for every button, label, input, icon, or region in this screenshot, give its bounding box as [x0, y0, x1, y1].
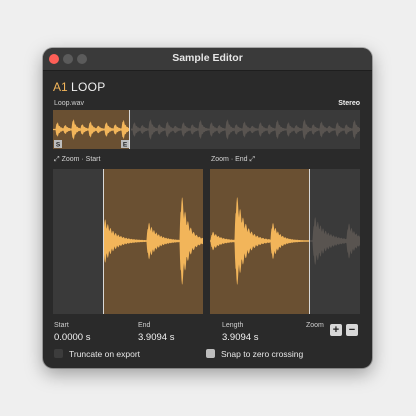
zoom-end-waveform-dim [310, 217, 360, 265]
zoom-end-waveform [210, 169, 360, 314]
end-value[interactable]: 3.9094 s [138, 332, 174, 343]
overview-waveform-dim [131, 119, 360, 140]
channel-mode: Stereo [338, 100, 360, 107]
length-value[interactable]: 3.9094 s [222, 332, 258, 343]
expand-icon: ⤢ [54, 156, 60, 163]
sample-filename: Loop.wav [54, 100, 84, 107]
zoom-in-button[interactable]: + [330, 324, 342, 336]
zoom-end-label: Zoom · End ⤢ [211, 156, 256, 163]
start-marker-label: S [56, 142, 61, 149]
expand-icon: ⤢ [249, 156, 256, 163]
end-label: End [138, 322, 151, 329]
end-marker-label: E [123, 142, 128, 149]
waveform-overview[interactable]: S E [53, 110, 360, 149]
snap-checkbox[interactable] [206, 349, 215, 358]
title-bar: Sample Editor [43, 48, 372, 71]
overview-waveform: S E [53, 110, 360, 149]
truncate-checkbox[interactable] [54, 349, 63, 358]
start-label: Start [54, 322, 69, 329]
zoom-start-label: ⤢ Zoom · Start [54, 156, 101, 163]
zoom-start-view[interactable] [53, 169, 203, 314]
zoom-label: Zoom [306, 322, 324, 329]
length-label: Length [222, 322, 244, 329]
start-value[interactable]: 0.0000 s [54, 332, 90, 343]
zoom-out-button[interactable]: − [346, 324, 358, 336]
snap-label: Snap to zero crossing [221, 349, 304, 359]
sample-editor-window: Sample Editor A1 LOOP Loop.wav Stereo S … [43, 48, 372, 368]
window-title: Sample Editor [172, 52, 243, 64]
truncate-label: Truncate on export [69, 349, 141, 359]
sample-slot: A1 [53, 80, 68, 94]
zoom-start-waveform [103, 169, 203, 314]
sample-mode: LOOP [71, 80, 106, 94]
zoom-end-view[interactable] [210, 169, 360, 314]
